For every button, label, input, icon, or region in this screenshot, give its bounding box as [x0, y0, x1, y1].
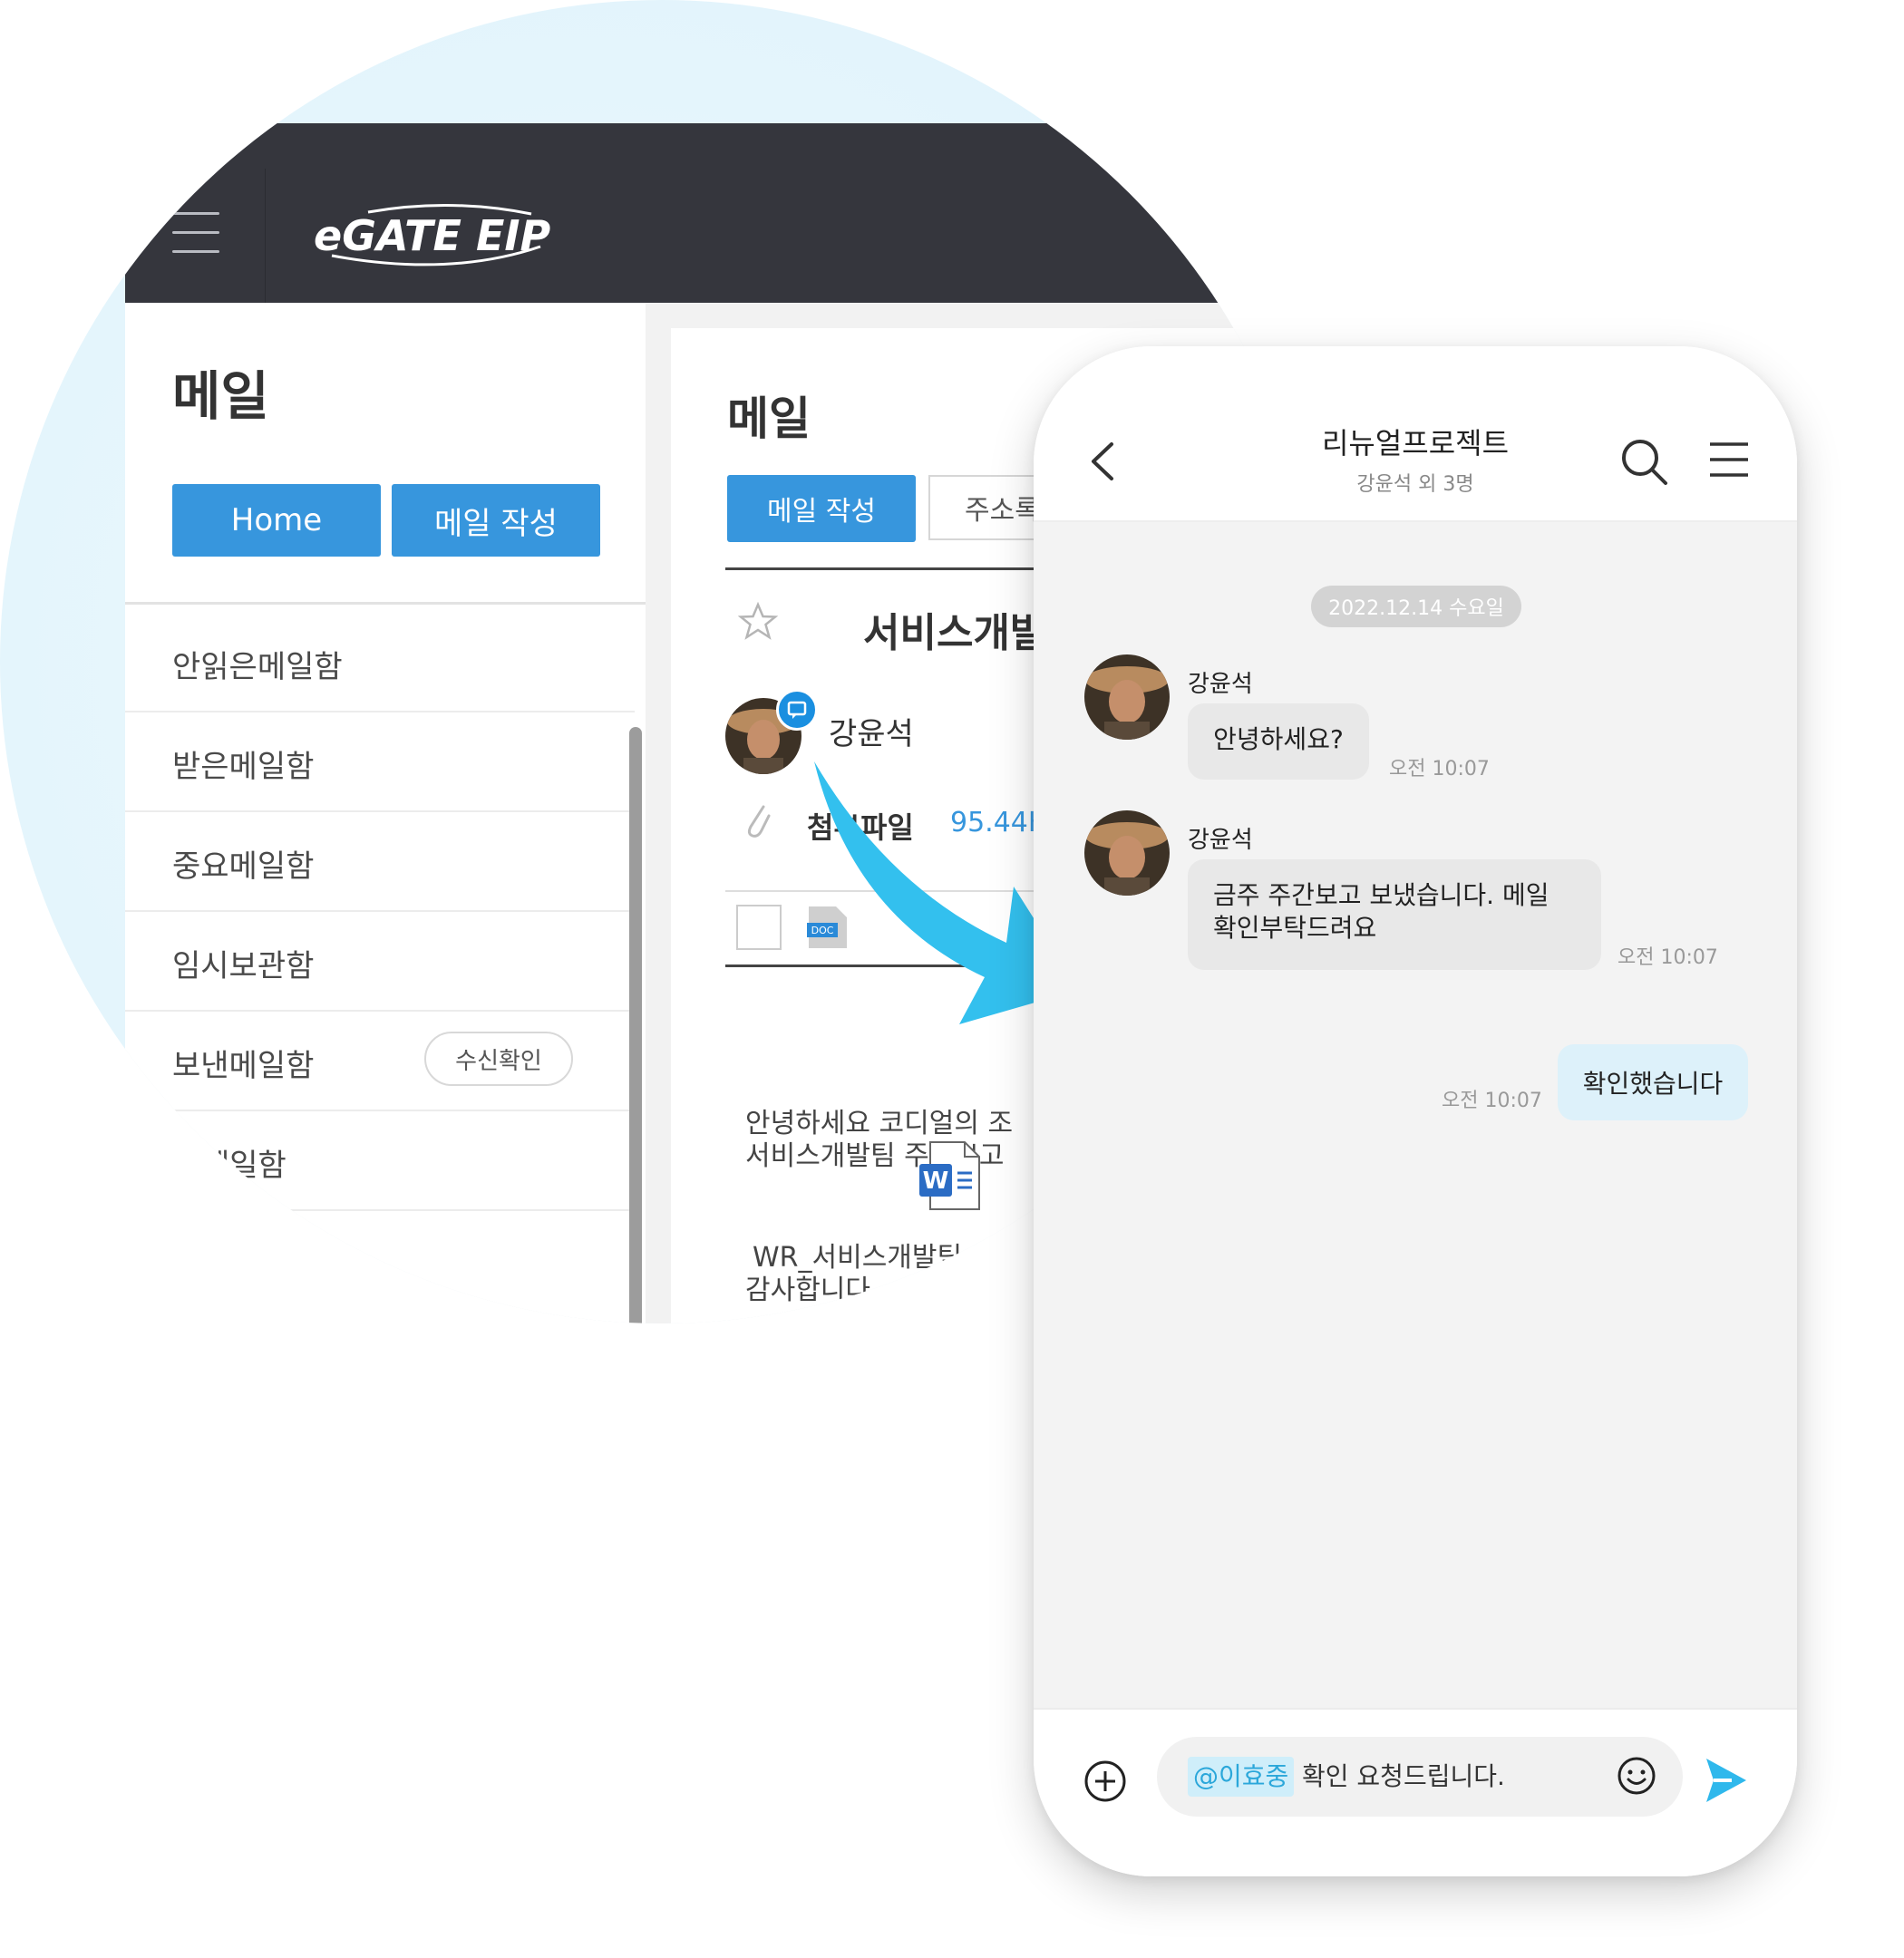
sidebar-item-unread[interactable]: 안읽은메일함 — [125, 611, 635, 712]
phone-chat-window: 리뉴얼프로젝트 강윤석 외 3명 2022.12.14 수요일 강윤석 안녕하세… — [1034, 346, 1797, 1876]
chat-bubble-icon[interactable] — [776, 689, 818, 731]
file-checkbox[interactable] — [736, 905, 782, 950]
chat-title: 리뉴얼프로젝트 — [1321, 426, 1510, 460]
sidebar-item-label: 중요메일함 — [172, 848, 315, 885]
sidebar-scrollbar[interactable] — [629, 727, 642, 1323]
plus-circle-icon[interactable] — [1083, 1759, 1128, 1804]
word-letter: W — [923, 1168, 949, 1195]
message-text-line: 확인부탁드려요 — [1213, 913, 1377, 943]
my-message-bubble[interactable]: 확인했습니다 — [1558, 1044, 1748, 1120]
sidebar-item-label: 받은메일함 — [172, 749, 315, 785]
sidebar-title: 메일 — [172, 365, 269, 427]
search-icon[interactable] — [1619, 437, 1668, 486]
star-icon[interactable] — [738, 602, 778, 640]
message-time: 오전 10:07 — [1617, 946, 1718, 969]
mail-closing: 감사합니다 — [745, 1275, 870, 1306]
message-input[interactable]: @이효중 확인 요청드립니다. — [1157, 1737, 1683, 1817]
message-input-text[interactable]: 확인 요청드립니다. — [1302, 1757, 1505, 1797]
chat-header: 리뉴얼프로젝트 강윤석 외 3명 — [1034, 346, 1797, 522]
chat-messages: 2022.12.14 수요일 강윤석 안녕하세요? 오전 10:07 강윤석 금… — [1034, 522, 1797, 1708]
word-file-icon[interactable]: W — [918, 1140, 981, 1211]
mention-tag[interactable]: @이효중 — [1188, 1757, 1295, 1797]
sidebar-item-label: 보낸메일함 — [172, 1048, 315, 1084]
sidebar-item-label: 임시보관함 — [172, 948, 315, 984]
egate-logo: eGATE EIP — [314, 204, 551, 267]
message-text-line: 금주 주간보고 보냈습니다. 메일 — [1213, 880, 1549, 910]
chat-members[interactable]: 강윤석 외 3명 — [1034, 468, 1797, 497]
sidebar-compose-button[interactable]: 메일 작성 — [392, 484, 600, 557]
logo-text: eGATE EIP — [314, 211, 551, 260]
avatar[interactable] — [1084, 654, 1170, 740]
sidebar-item-drafts[interactable]: 임시보관함 — [125, 910, 635, 1012]
topbar-divider — [265, 169, 266, 303]
home-button[interactable]: Home — [172, 484, 381, 557]
message-sender: 강윤석 — [1188, 827, 1253, 854]
mail-sidebar: 메일 Home 메일 작성 안읽은메일함 받은메일함 중요메일함 임시보관함 보… — [125, 303, 646, 1323]
message-sender: 강윤석 — [1188, 671, 1253, 698]
sender-name[interactable]: 강윤석 — [829, 709, 914, 753]
sidebar-separator — [125, 602, 646, 605]
send-icon[interactable] — [1705, 1757, 1748, 1804]
sidebar-item-label: 메일함 — [201, 1148, 287, 1184]
message-time: 오전 10:07 — [1442, 1090, 1542, 1112]
message-bubble[interactable]: 안녕하세요? — [1188, 703, 1369, 780]
avatar[interactable] — [1084, 810, 1170, 896]
emoji-icon[interactable] — [1616, 1755, 1657, 1797]
mail-subject: 서비스개발 — [863, 610, 1047, 656]
paperclip-icon — [747, 805, 771, 838]
chat-input-bar: @이효중 확인 요청드립니다. — [1034, 1708, 1797, 1876]
sidebar-item-inbox[interactable]: 받은메일함 — [125, 711, 635, 812]
sidebar-item-important[interactable]: 중요메일함 — [125, 810, 635, 912]
compose-button[interactable]: 메일 작성 — [727, 475, 916, 542]
read-receipt-badge[interactable]: 수신확인 — [424, 1032, 573, 1086]
message-time: 오전 10:07 — [1389, 758, 1490, 780]
sidebar-item-label: 안읽은메일함 — [172, 649, 343, 685]
top-bar: eGATE EIP — [125, 123, 1324, 303]
sidebar-item-sent[interactable]: 보낸메일함 수신확인 — [125, 1010, 635, 1111]
mail-view-title: 메일 — [727, 393, 811, 445]
date-separator: 2022.12.14 수요일 — [1311, 586, 1521, 627]
menu-icon[interactable] — [1708, 441, 1750, 479]
hamburger-menu-icon[interactable] — [172, 212, 219, 254]
message-bubble[interactable]: 금주 주간보고 보냈습니다. 메일 확인부탁드려요 — [1188, 859, 1601, 970]
sidebar-item-other[interactable]: 메일함 — [125, 1110, 635, 1211]
